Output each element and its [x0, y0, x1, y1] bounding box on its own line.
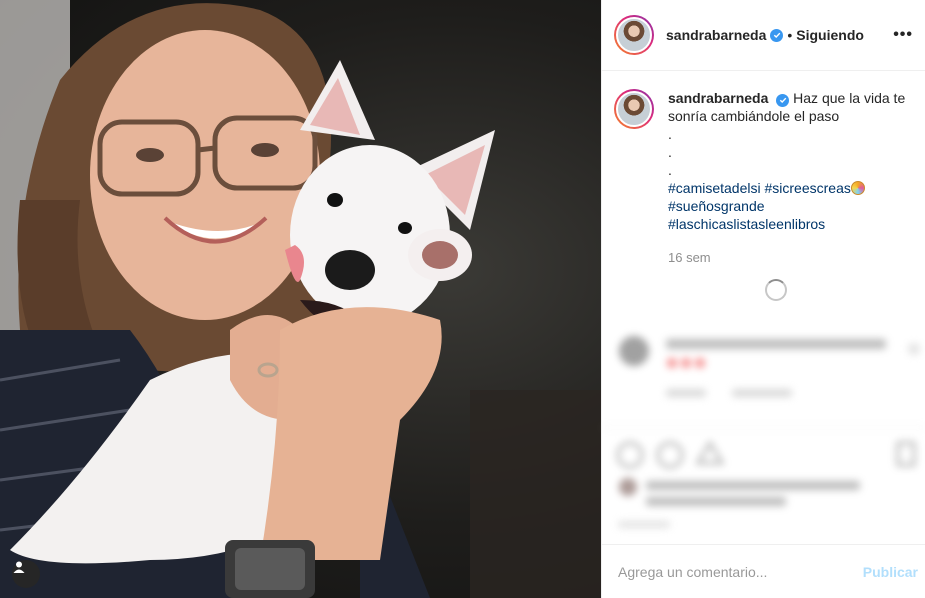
caption-username[interactable]: sandrabarneda: [668, 90, 768, 106]
comment-input[interactable]: [618, 563, 863, 580]
verified-badge-icon: [770, 28, 784, 42]
photo-illustration: [0, 0, 601, 598]
loading-spinner-icon: [765, 279, 787, 301]
caption-text: sandrabarneda Haz que la vida te sonría …: [668, 89, 909, 267]
hashtag-link[interactable]: #camisetadelsi: [668, 180, 761, 196]
hashtag-link[interactable]: #sicreescreas: [765, 180, 851, 196]
separator-dot: •: [787, 27, 793, 43]
caption: sandrabarneda Haz que la vida te sonría …: [602, 71, 925, 267]
post-time: 16 sem: [668, 250, 711, 265]
caption-dot-3: .: [668, 162, 672, 178]
post-photo[interactable]: [0, 0, 601, 598]
caption-line-2: sonría cambiándole el paso: [668, 108, 840, 124]
verified-badge-icon: [776, 93, 790, 107]
comment-form: Publicar: [602, 544, 925, 598]
following-button[interactable]: Siguiendo: [796, 27, 864, 43]
author-username[interactable]: sandrabarneda: [666, 27, 766, 43]
caption-line-1: Haz que la vida te: [793, 90, 906, 106]
lollipop-emoji-icon: [850, 181, 865, 195]
post-header: sandrabarneda • Siguiendo •••: [602, 0, 925, 71]
caption-avatar[interactable]: [614, 89, 654, 129]
author-avatar[interactable]: [614, 15, 654, 55]
caption-dot-1: .: [668, 126, 672, 142]
more-options-icon[interactable]: •••: [893, 26, 913, 44]
hashtag-link[interactable]: #sueñosgrande: [668, 197, 909, 215]
hashtag-link[interactable]: #laschicaslistasleenlibros: [668, 215, 909, 233]
publish-button[interactable]: Publicar: [863, 564, 918, 580]
caption-dot-2: .: [668, 144, 672, 160]
post-side-panel: sandrabarneda • Siguiendo ••• sandrabarn…: [601, 0, 925, 598]
blurred-comments-area: [602, 275, 925, 543]
user-tag-icon[interactable]: [12, 560, 40, 588]
